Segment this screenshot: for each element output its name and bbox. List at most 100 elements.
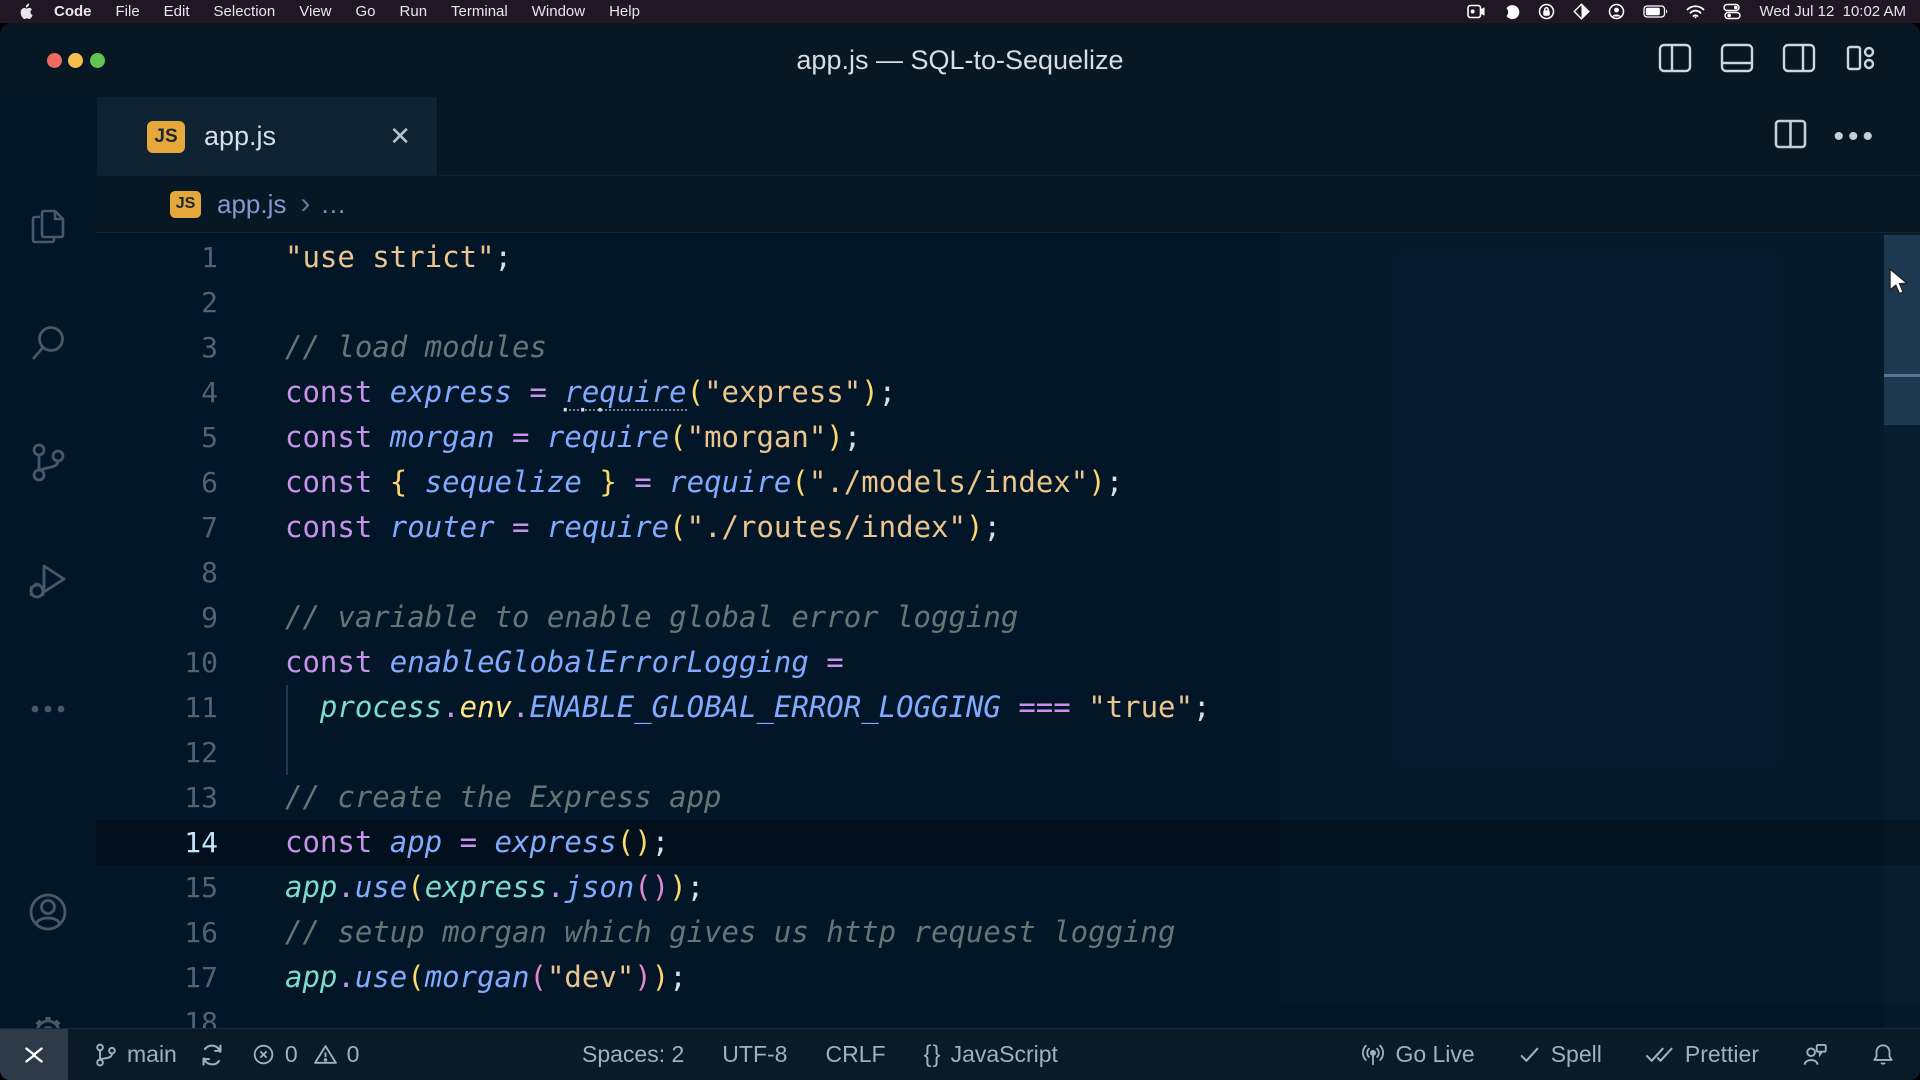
- apple-menu-icon[interactable]: [18, 3, 34, 21]
- code-line-13[interactable]: 13// create the Express app: [96, 775, 1920, 820]
- toggle-panel-icon[interactable]: [1720, 43, 1754, 78]
- line-number: 10: [96, 640, 218, 685]
- js-file-icon: JS: [170, 191, 201, 218]
- menu-item-file[interactable]: File: [104, 3, 152, 20]
- line-number: 8: [96, 550, 218, 595]
- js-file-icon: JS: [147, 121, 185, 153]
- inline-hint-dots: ···: [558, 396, 610, 424]
- language-mode-status[interactable]: {} JavaScript: [905, 1041, 1077, 1069]
- code-line-7[interactable]: 7const router = require("./routes/index"…: [96, 505, 1920, 550]
- menu-item-window[interactable]: Window: [520, 3, 597, 20]
- notifications-bell-icon[interactable]: [1870, 1041, 1896, 1068]
- warning-count: 0: [347, 1041, 360, 1068]
- menu-item-go[interactable]: Go: [344, 3, 388, 20]
- line-number: 18: [96, 1000, 218, 1028]
- line-number: 15: [96, 865, 218, 910]
- code-line-5[interactable]: 5const morgan = require("morgan");: [96, 415, 1920, 460]
- go-live-button[interactable]: Go Live: [1360, 1041, 1474, 1068]
- code-line-17[interactable]: 17app.use(morgan("dev"));: [96, 955, 1920, 1000]
- line-number: 5: [96, 415, 218, 460]
- chevron-right-icon: ›: [300, 191, 310, 217]
- feedback-icon[interactable]: [1801, 1041, 1828, 1068]
- tab-label: app.js: [204, 121, 276, 152]
- menu-item-run[interactable]: Run: [388, 3, 440, 20]
- lock-privacy-icon[interactable]: [1538, 3, 1555, 20]
- code-line-18[interactable]: 18: [96, 1000, 1920, 1028]
- screen: Code File Edit Selection View Go Run Ter…: [0, 0, 1920, 1080]
- spell-checker-status[interactable]: Spell: [1517, 1041, 1602, 1068]
- line-number: 1: [96, 235, 218, 280]
- diamond-app-icon[interactable]: [1573, 3, 1590, 20]
- encoding-status[interactable]: UTF-8: [703, 1041, 806, 1068]
- user-account-icon[interactable]: [1608, 3, 1625, 20]
- line-number: 12: [96, 730, 218, 775]
- remote-indicator[interactable]: [0, 1029, 68, 1080]
- indentation-status[interactable]: Spaces: 2: [563, 1041, 703, 1068]
- breadcrumb-symbol-ellipsis[interactable]: …: [320, 189, 348, 220]
- eol-status[interactable]: CRLF: [806, 1041, 904, 1068]
- git-branch-status[interactable]: main: [94, 1041, 177, 1068]
- screen-recording-icon[interactable]: [1467, 4, 1486, 19]
- code-line-16[interactable]: 16// setup morgan which gives us http re…: [96, 910, 1920, 955]
- code-lines: 1"use strict";23// load modules4const ex…: [96, 235, 1920, 1028]
- code-line-3[interactable]: 3// load modules: [96, 325, 1920, 370]
- code-line-4[interactable]: 4const express = require("express");: [96, 370, 1920, 415]
- sync-changes-button[interactable]: [199, 1042, 225, 1068]
- line-number: 6: [96, 460, 218, 505]
- menu-item-code[interactable]: Code: [42, 3, 104, 20]
- line-number: 9: [96, 595, 218, 640]
- menu-item-view[interactable]: View: [287, 3, 343, 20]
- menu-item-edit[interactable]: Edit: [152, 3, 202, 20]
- editor[interactable]: 1"use strict";23// load modules4const ex…: [96, 233, 1920, 1028]
- code-line-14[interactable]: 14const app = express();: [96, 820, 1920, 865]
- search-icon[interactable]: [22, 318, 74, 370]
- code-line-10[interactable]: 10const enableGlobalErrorLogging =: [96, 640, 1920, 685]
- macos-menu-bar: Code File Edit Selection View Go Run Ter…: [0, 0, 1920, 23]
- code-line-11[interactable]: 11 process.env.ENABLE_GLOBAL_ERROR_LOGGI…: [96, 685, 1920, 730]
- control-center-icon[interactable]: [1723, 3, 1741, 20]
- customize-layout-icon[interactable]: [1844, 43, 1878, 78]
- tab-bar: JS app.js ✕ •••: [96, 97, 1920, 176]
- code-line-6[interactable]: 6const { sequelize } = require("./models…: [96, 460, 1920, 505]
- toggle-primary-sidebar-icon[interactable]: [1658, 43, 1692, 78]
- menu-item-terminal[interactable]: Terminal: [439, 3, 520, 20]
- run-debug-icon[interactable]: [22, 553, 74, 605]
- account-icon[interactable]: [22, 886, 74, 938]
- line-number: 4: [96, 370, 218, 415]
- menu-item-selection[interactable]: Selection: [202, 3, 288, 20]
- close-tab-icon[interactable]: ✕: [389, 121, 411, 152]
- explorer-icon[interactable]: [22, 202, 74, 254]
- more-views-icon[interactable]: [22, 683, 74, 735]
- mouse-cursor: [1888, 268, 1914, 301]
- scrollbar-thumb[interactable]: [1884, 235, 1920, 425]
- window-title: app.js — SQL-to-Sequelize: [0, 23, 1920, 97]
- wifi-icon[interactable]: [1686, 5, 1705, 19]
- editor-scrollbar[interactable]: [1884, 233, 1920, 1028]
- code-line-12[interactable]: 12: [96, 730, 1920, 775]
- editor-more-actions-icon[interactable]: •••: [1833, 127, 1877, 147]
- battery-icon[interactable]: [1643, 5, 1668, 18]
- prettier-status[interactable]: Prettier: [1644, 1041, 1759, 1068]
- line-number: 11: [96, 685, 218, 730]
- line-number: 7: [96, 505, 218, 550]
- crescent-app-icon[interactable]: [1504, 4, 1520, 20]
- problems-status[interactable]: 0 0: [251, 1041, 360, 1068]
- toggle-secondary-sidebar-icon[interactable]: [1782, 43, 1816, 78]
- menu-clock[interactable]: Wed Jul 12 10:02 AM: [1760, 3, 1906, 20]
- code-line-1[interactable]: 1"use strict";: [96, 235, 1920, 280]
- code-line-15[interactable]: 15app.use(express.json());: [96, 865, 1920, 910]
- title-bar: app.js — SQL-to-Sequelize: [0, 23, 1920, 97]
- line-number: 3: [96, 325, 218, 370]
- error-count: 0: [285, 1041, 298, 1068]
- split-editor-icon[interactable]: [1774, 119, 1807, 154]
- source-control-icon[interactable]: [22, 436, 74, 488]
- line-number: 2: [96, 280, 218, 325]
- menu-item-help[interactable]: Help: [597, 3, 652, 20]
- code-line-2[interactable]: 2: [96, 280, 1920, 325]
- branch-name: main: [127, 1041, 177, 1068]
- tab-app-js[interactable]: JS app.js ✕: [97, 97, 438, 176]
- breadcrumb-file[interactable]: app.js: [217, 189, 286, 220]
- code-line-8[interactable]: 8: [96, 550, 1920, 595]
- code-line-9[interactable]: 9// variable to enable global error logg…: [96, 595, 1920, 640]
- activity-bar: [0, 97, 96, 1028]
